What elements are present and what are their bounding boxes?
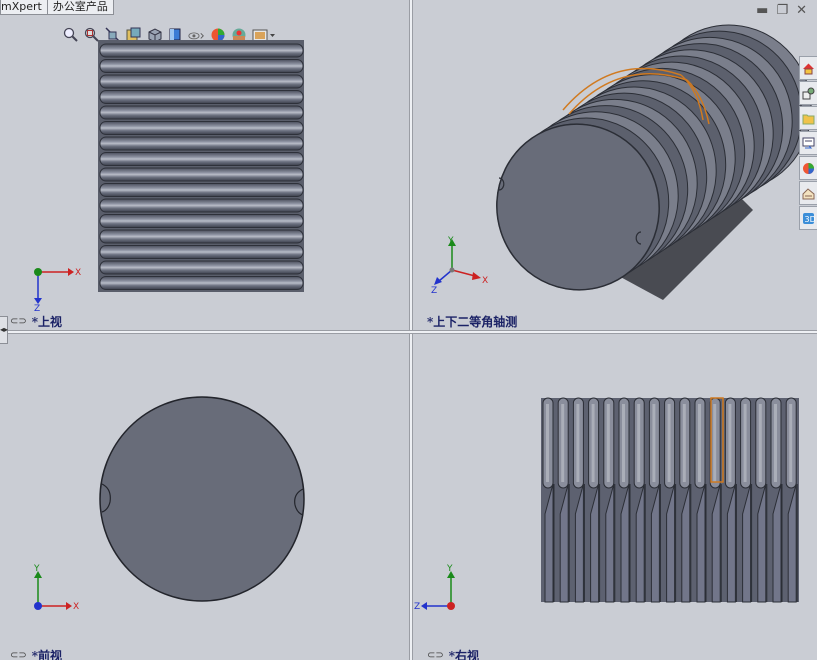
viewport-splitter-horizontal[interactable] <box>0 330 817 334</box>
3d-content-icon[interactable]: 3D <box>799 206 817 230</box>
file-explorer-icon[interactable] <box>799 106 817 130</box>
viewport-top[interactable]: X Z ⊂⊃ *上视 <box>0 0 409 330</box>
appearances-icon[interactable] <box>799 156 817 180</box>
axis-x-label-iso: X <box>482 276 488 286</box>
axis-y-label-front: Y <box>33 564 40 574</box>
custom-properties-icon[interactable] <box>799 181 817 205</box>
tab-mxpert[interactable]: mXpert <box>0 0 48 15</box>
link-views-icon-right[interactable]: ⊂⊃ <box>427 650 444 660</box>
viewport-right[interactable]: Y Z ⊂⊃ *右视 <box>413 334 817 660</box>
home-icon[interactable] <box>799 56 817 80</box>
axis-z-label: Z <box>34 304 40 312</box>
viewport-front[interactable]: Y X ⊂⊃ *前视 <box>0 334 409 660</box>
view-palette-icon[interactable] <box>799 131 817 155</box>
axis-y-label-right: Y <box>446 564 453 574</box>
link-views-icon-front[interactable]: ⊂⊃ <box>10 650 27 660</box>
axis-triad-right: Y Z <box>414 564 455 612</box>
axis-triad-iso: Y X Z <box>431 236 488 296</box>
task-pane-tabs: 3D <box>799 56 817 230</box>
viewport-label-front: ⊂⊃ *前视 <box>10 649 63 660</box>
axis-x-label: X <box>75 268 81 278</box>
right-view-canvas <box>541 397 799 603</box>
front-view-disc[interactable] <box>99 396 305 602</box>
viewport-label-top: ⊂⊃ *上视 <box>10 315 63 329</box>
document-tabs: mXpert 办公室产品 <box>0 0 114 15</box>
axis-z-label-iso: Z <box>431 286 437 296</box>
design-library-icon[interactable] <box>799 81 817 105</box>
axis-triad-top: X Z <box>34 268 81 312</box>
viewport-label-isometric: *上下二等角轴测 <box>427 315 518 329</box>
link-views-icon[interactable]: ⊂⊃ <box>10 316 27 327</box>
right-view-ribs <box>542 397 797 489</box>
tab-office-products[interactable]: 办公室产品 <box>47 0 114 15</box>
viewport-isometric[interactable]: ▬ ❐ ✕ Y X Z *上下二等角轴测 3D <box>413 0 817 330</box>
axis-z-label-right: Z <box>414 602 420 612</box>
viewport-label-right: ⊂⊃ *右视 <box>427 649 480 660</box>
axis-y-label-iso: Y <box>447 236 454 246</box>
axis-triad-front: Y X <box>33 564 79 612</box>
panel-collapse-handle[interactable]: ◂▸ <box>0 316 8 344</box>
axis-x-label-front: X <box>73 602 79 612</box>
svg-text:3D: 3D <box>805 215 816 224</box>
